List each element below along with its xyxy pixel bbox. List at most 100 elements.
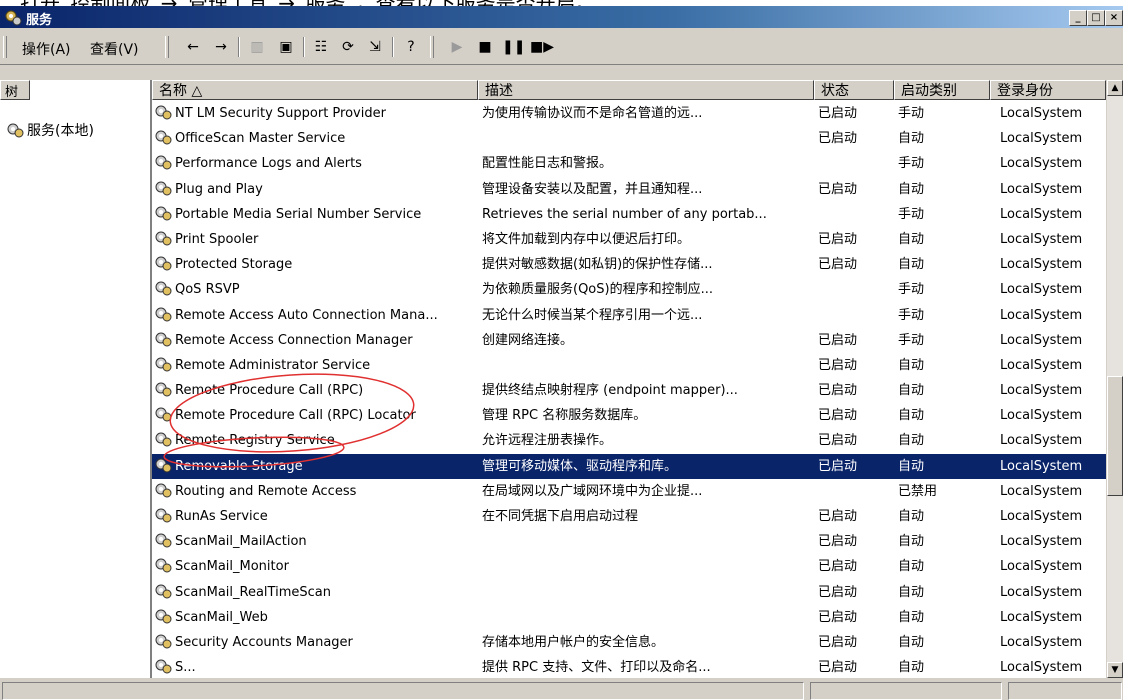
service-gear-icon xyxy=(155,332,172,347)
back-arrow-icon[interactable]: ← xyxy=(182,37,204,57)
service-row[interactable]: Plug and Play 管理设备安装以及配置，并且通知程... 已启动 自动 Loc… xyxy=(152,177,1106,202)
service-name-text: Plug and Play xyxy=(175,181,263,197)
service-logon-as: LocalSystem xyxy=(1000,634,1083,650)
service-row[interactable]: NT LM Security Support Provider 为使用传输协议而不… xyxy=(152,101,1106,126)
minimize-button[interactable]: _ xyxy=(1069,10,1087,26)
stop-service-icon[interactable]: ■ xyxy=(474,37,496,57)
service-name: Plug and Play xyxy=(154,177,474,202)
service-description: 管理 RPC 名称服务数据库。 xyxy=(482,408,647,424)
service-logon-as: LocalSystem xyxy=(1000,534,1083,550)
service-row[interactable]: Print Spooler 将文件加载到内存中以便迟后打印。 已启动 自动 LocalS… xyxy=(152,227,1106,252)
column-header-description[interactable]: 描述 xyxy=(478,80,814,100)
service-startup-type: 自动 xyxy=(898,408,925,424)
window-title: 服务 xyxy=(26,13,53,28)
service-row[interactable]: Remote Registry Service 允许远程注册表操作。 已启动 自动 Lo… xyxy=(152,428,1106,453)
service-name: Remote Procedure Call (RPC) xyxy=(154,378,474,403)
service-gear-icon xyxy=(155,206,172,221)
service-row[interactable]: Routing and Remote Access 在局域网以及广域网环境中为企业… xyxy=(152,479,1106,504)
help-icon[interactable]: ? xyxy=(400,37,422,57)
service-name-text: Performance Logs and Alerts xyxy=(175,156,362,172)
service-row[interactable]: Portable Media Serial Number Service Retr… xyxy=(152,202,1106,227)
service-name-text: Protected Storage xyxy=(175,257,293,273)
service-row[interactable]: ScanMail_Web 已启动 自动 LocalSystem xyxy=(152,605,1106,630)
service-gear-icon xyxy=(155,458,172,473)
service-name-text: QoS RSVP xyxy=(175,282,240,298)
service-row[interactable]: Remote Access Auto Connection Mana... 无论什… xyxy=(152,303,1106,328)
service-row[interactable]: S... 提供 RPC 支持、文件、打印以及命名... 已启动 自动 LocalSyst… xyxy=(152,655,1106,680)
menu-view[interactable]: 查看(V) xyxy=(90,39,139,59)
show-tree-icon[interactable]: ▣ xyxy=(275,37,297,57)
service-status: 已启动 xyxy=(818,357,858,373)
service-name-text: Remote Registry Service xyxy=(175,433,335,449)
close-button[interactable]: × xyxy=(1105,10,1123,26)
service-status: 已启动 xyxy=(818,181,858,197)
service-status: 已启动 xyxy=(818,458,858,474)
service-status: 已启动 xyxy=(818,534,858,550)
service-logon-as: LocalSystem xyxy=(1000,307,1083,323)
service-status: 已启动 xyxy=(818,634,858,650)
service-status: 已启动 xyxy=(818,609,858,625)
service-logon-as: LocalSystem xyxy=(1000,458,1083,474)
service-description: 为依赖质量服务(QoS)的程序和控制应... xyxy=(482,282,713,298)
service-status: 已启动 xyxy=(818,408,858,424)
service-startup-type: 自动 xyxy=(898,634,925,650)
tree-pane xyxy=(0,80,152,678)
service-row[interactable]: Remote Procedure Call (RPC) 提供终结点映射程序 (en… xyxy=(152,378,1106,403)
vertical-scrollbar[interactable]: ▲ ▼ xyxy=(1107,80,1123,678)
tree-item-label: 服务(本地) xyxy=(27,123,94,139)
tree-header[interactable]: 树 xyxy=(0,80,30,100)
service-row[interactable]: Remote Administrator Service 已启动 自动 LocalSy… xyxy=(152,353,1106,378)
scroll-thumb[interactable] xyxy=(1107,376,1123,496)
export-list-icon[interactable]: ⇲ xyxy=(364,37,386,57)
service-startup-type: 自动 xyxy=(898,131,925,147)
scroll-down-icon[interactable]: ▼ xyxy=(1107,662,1123,678)
service-row[interactable]: Security Accounts Manager 存储本地用户帐户的安全信息。 已… xyxy=(152,630,1106,655)
start-service-icon[interactable]: ▶ xyxy=(446,37,468,57)
service-startup-type: 手动 xyxy=(898,307,925,323)
service-name: Remote Registry Service xyxy=(154,428,474,453)
service-logon-as: LocalSystem xyxy=(1000,181,1083,197)
service-description: 无论什么时候当某个程序引用一个远... xyxy=(482,307,703,323)
service-status: 已启动 xyxy=(818,257,858,273)
forward-arrow-icon[interactable]: → xyxy=(210,37,232,57)
service-gear-icon xyxy=(155,105,172,120)
properties-icon[interactable]: ☷ xyxy=(310,37,332,57)
toolbar-grip[interactable] xyxy=(165,36,169,58)
menu-grip[interactable] xyxy=(3,36,7,58)
column-header-name[interactable]: 名称 △ xyxy=(152,80,478,100)
service-status: 已启动 xyxy=(818,106,858,121)
column-header-status[interactable]: 状态 xyxy=(814,80,894,100)
service-row[interactable]: Remote Access Connection Manager 创建网络连接。 已… xyxy=(152,328,1106,353)
service-row[interactable]: QoS RSVP 为依赖质量服务(QoS)的程序和控制应... 手动 LocalSys… xyxy=(152,277,1106,302)
service-row[interactable]: ScanMail_RealTimeScan 已启动 自动 LocalSystem xyxy=(152,580,1106,605)
service-row[interactable]: ScanMail_MailAction 已启动 自动 LocalSystem xyxy=(152,529,1106,554)
service-gear-icon xyxy=(155,281,172,296)
service-name: RunAs Service xyxy=(154,504,474,529)
service-startup-type: 自动 xyxy=(898,584,925,600)
service-startup-type: 自动 xyxy=(898,534,925,550)
tree-item-services-local[interactable]: 服务(本地) xyxy=(6,120,94,140)
column-header-logon-as[interactable]: 登录身份 xyxy=(990,80,1106,100)
pause-service-icon[interactable]: ❚❚ xyxy=(502,37,525,57)
service-name-text: S... xyxy=(175,660,196,676)
service-row[interactable]: Protected Storage 提供对敏感数据(如私钥)的保护性存储... 已启… xyxy=(152,252,1106,277)
menu-action[interactable]: 操作(A) xyxy=(22,39,71,59)
maximize-button[interactable]: □ xyxy=(1087,10,1105,26)
service-status: 已启动 xyxy=(818,660,858,676)
service-name: OfficeScan Master Service xyxy=(154,126,474,151)
service-row[interactable]: ScanMail_Monitor 已启动 自动 LocalSystem xyxy=(152,554,1106,579)
service-row[interactable]: Remote Procedure Call (RPC) Locator 管理 RP… xyxy=(152,403,1106,428)
service-row[interactable]: OfficeScan Master Service 已启动 自动 LocalSyste… xyxy=(152,126,1106,151)
up-folder-icon[interactable]: ▥ xyxy=(246,37,268,57)
service-logon-as: LocalSystem xyxy=(1000,383,1083,399)
service-status: 已启动 xyxy=(818,231,858,247)
service-row[interactable]: Removable Storage 管理可移动媒体、驱动程序和库。 已启动 自动 Loc… xyxy=(152,453,1106,479)
service-gear-icon xyxy=(155,130,172,145)
service-row[interactable]: Performance Logs and Alerts 配置性能日志和警报。 手动 L… xyxy=(152,151,1106,176)
service-gear-icon xyxy=(155,382,172,397)
column-header-startup-type[interactable]: 启动类别 xyxy=(894,80,990,100)
refresh-icon[interactable]: ⟳ xyxy=(337,37,359,57)
service-row[interactable]: RunAs Service 在不同凭据下启用启动过程 已启动 自动 LocalSyste… xyxy=(152,504,1106,529)
scroll-up-icon[interactable]: ▲ xyxy=(1107,80,1123,96)
restart-service-icon[interactable]: ■▶ xyxy=(530,37,554,57)
